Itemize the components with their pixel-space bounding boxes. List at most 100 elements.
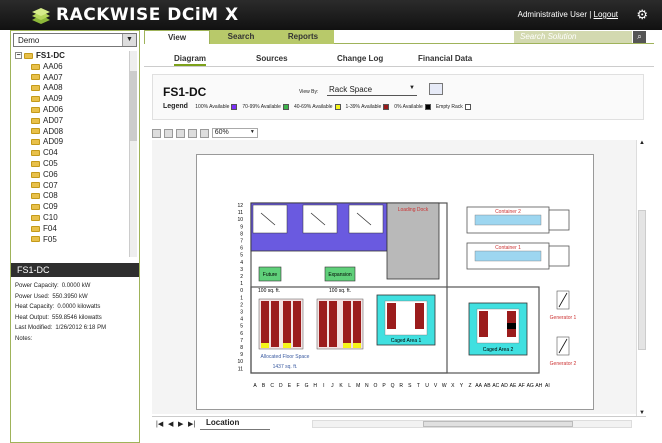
rack-group-1[interactable] xyxy=(258,298,304,350)
tree-item-label: AA06 xyxy=(43,61,63,71)
column-letter: S xyxy=(408,383,412,389)
info-value: 0.0000 kilowatts xyxy=(57,304,101,310)
prev-page-icon[interactable]: ◀ xyxy=(168,420,173,428)
zoom-select[interactable]: 60% ▼ xyxy=(211,128,258,138)
tree-item[interactable]: AA08 xyxy=(13,83,129,94)
caged-area-1-label: Caged Area 1 xyxy=(391,338,422,344)
column-letter: K xyxy=(339,383,343,389)
vertical-scrollbar[interactable]: ▲ ▼ xyxy=(636,140,646,416)
future-label: Future xyxy=(263,272,278,278)
tree-scrollbar[interactable] xyxy=(129,51,137,257)
chevron-down-icon[interactable]: ▼ xyxy=(409,85,415,91)
search-icon[interactable]: ⌕ xyxy=(633,31,646,43)
tree-item[interactable]: AD07 xyxy=(13,116,129,127)
row-number: 0 xyxy=(240,288,243,294)
rack-group-2[interactable] xyxy=(316,298,364,350)
tab-financial-data[interactable]: Financial Data xyxy=(418,54,472,63)
tree-item[interactable]: AA09 xyxy=(13,94,129,105)
tree-item[interactable]: C10 xyxy=(13,213,129,224)
tab-view[interactable]: View xyxy=(144,30,210,44)
search-input[interactable]: Search Solution xyxy=(514,31,632,43)
tab-location[interactable]: Location xyxy=(200,418,270,430)
allocated-label: Allocated Floor Space xyxy=(261,354,310,360)
folder-icon xyxy=(31,171,40,178)
tab-reports[interactable]: Reports xyxy=(272,30,334,44)
row-number: 11 xyxy=(238,366,243,372)
logout-link[interactable]: Logout xyxy=(594,10,618,19)
export-icon[interactable] xyxy=(199,128,209,138)
column-letters: A B C D E F G H I J K L M N O P Q R S T U V W X Y Z AA AB AC AD AE AF AG… xyxy=(253,383,549,389)
info-row: Last Modified: 1/26/2012 6:18 PM xyxy=(15,323,139,334)
tree-item[interactable]: AD06 xyxy=(13,105,129,116)
tree-item-label: C04 xyxy=(43,148,58,158)
horizontal-scrollbar[interactable] xyxy=(312,420,632,428)
tree-item[interactable]: F04 xyxy=(13,224,129,235)
fit-icon[interactable] xyxy=(175,128,185,138)
vertical-scroll-thumb[interactable] xyxy=(638,210,646,350)
column-letter: H xyxy=(313,383,317,389)
zoom-out-icon[interactable] xyxy=(163,128,173,138)
folder-icon xyxy=(31,150,40,157)
zoom-in-icon[interactable] xyxy=(152,128,161,138)
column-letter: X xyxy=(451,383,455,389)
tree-item[interactable]: AA07 xyxy=(13,73,129,84)
scroll-up-icon[interactable]: ▲ xyxy=(639,140,645,146)
row-number: 9 xyxy=(240,352,243,358)
tree-item[interactable]: C08 xyxy=(13,191,129,202)
floorplan-drawing[interactable]: Loading Dock Container 2 Container 1 Fut… xyxy=(197,155,595,411)
legend-item-label: 70-99% Available xyxy=(242,104,281,110)
tree-item[interactable]: AD09 xyxy=(13,137,129,148)
chevron-down-icon[interactable]: ▼ xyxy=(122,34,136,46)
tree-scroll-thumb[interactable] xyxy=(130,71,137,141)
tab-diagram[interactable]: Diagram xyxy=(174,54,207,66)
horizontal-scroll-thumb[interactable] xyxy=(423,421,573,427)
last-page-icon[interactable]: ▶| xyxy=(188,420,195,428)
tree-item[interactable]: C07 xyxy=(13,181,129,192)
row-number: 6 xyxy=(240,246,243,252)
folder-icon xyxy=(31,74,40,81)
legend: Legend 100% Available 70-99% Available 40-… xyxy=(163,103,476,110)
sub-tabs: Diagram Sources Change Log Financial Dat… xyxy=(144,50,654,67)
future-size: 100 sq. ft. xyxy=(258,288,280,294)
tab-search[interactable]: Search xyxy=(210,30,272,44)
tree-item[interactable]: C04 xyxy=(13,148,129,159)
tree-root[interactable]: − FS1-DC xyxy=(13,51,129,62)
row-number: 1 xyxy=(240,281,243,287)
row-number: 3 xyxy=(240,267,243,273)
diagram-header: FS1-DC View By: Rack Space ▼ Legend 100%… xyxy=(152,74,644,120)
site-select[interactable]: Demo ▼ xyxy=(13,33,137,47)
tree-item[interactable]: AD08 xyxy=(13,127,129,138)
separator: | xyxy=(589,10,592,19)
tree-item[interactable]: C06 xyxy=(13,170,129,181)
tree-item[interactable]: F05 xyxy=(13,235,129,246)
tab-sources[interactable]: Sources xyxy=(256,54,288,63)
tree-item[interactable]: C09 xyxy=(13,202,129,213)
diagram-canvas[interactable]: Loading Dock Container 2 Container 1 Fut… xyxy=(152,140,646,414)
tree-item-label: C05 xyxy=(43,158,58,168)
info-label: Power Capacity: xyxy=(15,283,59,289)
column-letter: N xyxy=(365,383,369,389)
folder-icon xyxy=(31,117,40,124)
chevron-down-icon[interactable]: ▼ xyxy=(250,129,255,135)
print-icon[interactable] xyxy=(187,128,197,138)
next-page-icon[interactable]: ▶ xyxy=(178,420,183,428)
tab-change-log[interactable]: Change Log xyxy=(337,54,383,63)
gear-icon[interactable]: ⚙ xyxy=(636,7,648,23)
row-number: 3 xyxy=(240,310,243,316)
first-page-icon[interactable]: |◀ xyxy=(156,420,163,428)
view-by-select[interactable]: Rack Space ▼ xyxy=(327,85,417,96)
column-letter: G xyxy=(305,383,309,389)
collapse-icon[interactable]: − xyxy=(15,52,22,60)
tree-item[interactable]: AA06 xyxy=(13,62,129,73)
legend-item-label: 1-39% Available xyxy=(345,104,382,110)
column-letter: U xyxy=(425,383,429,389)
generator-2-label: Generator 2 xyxy=(550,361,577,367)
tree-item[interactable]: C05 xyxy=(13,159,129,170)
container-1-label: Container 1 xyxy=(495,245,521,251)
column-letter: M xyxy=(356,383,360,389)
row-number: 9 xyxy=(240,224,243,230)
top-bar: RACKWISE DCiM X Administrative User | Lo… xyxy=(0,0,662,30)
column-letter: A xyxy=(253,383,257,389)
refresh-icon[interactable] xyxy=(429,83,443,95)
tree-item-label: AA07 xyxy=(43,72,63,82)
